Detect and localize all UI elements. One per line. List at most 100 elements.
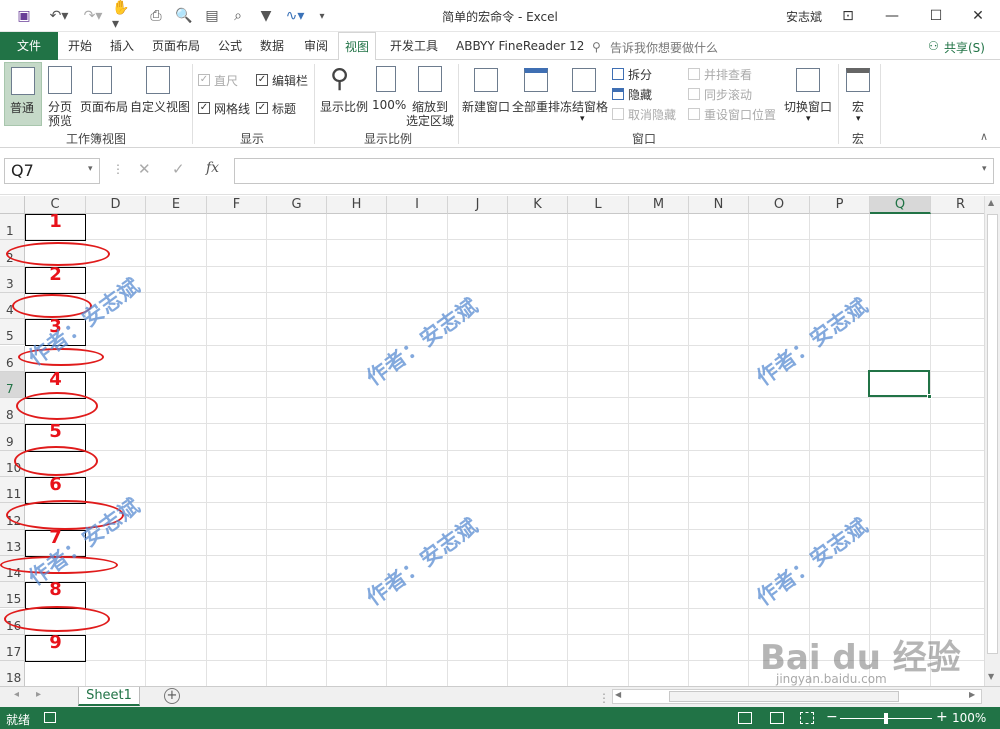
scroll-thumb[interactable] — [987, 214, 998, 654]
zoom-out-icon[interactable]: − — [826, 709, 838, 725]
column-header-j[interactable]: J — [448, 196, 508, 214]
tab-page-layout[interactable]: 页面布局 — [146, 32, 206, 60]
tab-home[interactable]: 开始 — [62, 32, 98, 60]
close-icon[interactable]: ✕ — [956, 0, 1000, 32]
find-icon[interactable]: ⌕ — [228, 6, 248, 26]
cell-c-value[interactable]: 2 — [25, 264, 86, 285]
worksheet-grid[interactable]: CDEFGHIJKLMNOPQR 1 2 3 4 5 6 7 8 9 10 11 12 13 14 15 16… — [0, 196, 984, 686]
formula-input[interactable] — [234, 158, 994, 184]
horizontal-scroll-thumb[interactable] — [669, 691, 899, 702]
cell-c-value[interactable]: 1 — [25, 211, 86, 232]
zoom-slider-thumb[interactable] — [884, 713, 888, 724]
custom-views-button[interactable]: 自定义视图 — [130, 62, 190, 126]
tab-data[interactable]: 数据 — [254, 32, 290, 60]
ruler-checkbox[interactable]: ✓ — [198, 74, 210, 86]
next-sheet-icon[interactable]: ▸ — [36, 689, 41, 700]
scroll-left-icon[interactable]: ◀ — [615, 690, 621, 699]
normal-view-status-icon[interactable] — [738, 712, 752, 724]
user-name[interactable]: 安志斌 — [786, 8, 822, 25]
prev-sheet-icon[interactable]: ◂ — [14, 689, 19, 700]
column-header-e[interactable]: E — [146, 196, 207, 214]
customize-quick-access-icon[interactable]: ▾ — [316, 6, 328, 26]
name-box-dropdown-icon[interactable]: ▾ — [88, 164, 93, 174]
cancel-icon[interactable]: ✕ — [138, 160, 151, 178]
scroll-right-icon[interactable]: ▶ — [969, 690, 975, 699]
macro-record-icon[interactable] — [44, 712, 56, 723]
cell-c-value[interactable]: 9 — [25, 632, 86, 653]
active-cell-q7[interactable] — [868, 370, 932, 399]
row-header-17[interactable]: 17 — [0, 634, 25, 662]
collapse-ribbon-icon[interactable]: ∧ — [980, 130, 988, 143]
gridlines-checkbox[interactable]: ✓ — [198, 102, 210, 114]
zoom-100-button[interactable]: 100% — [370, 62, 406, 126]
column-header-r[interactable]: R — [931, 196, 984, 214]
column-header-f[interactable]: F — [207, 196, 267, 214]
column-header-l[interactable]: L — [568, 196, 629, 214]
redo-icon[interactable]: ↷▾ — [80, 6, 106, 26]
save-icon[interactable]: ▣ — [14, 6, 34, 26]
tell-me-input[interactable]: 告诉我你想要做什么 — [610, 39, 718, 56]
zoom-button[interactable]: ⚲ 显示比例 — [318, 62, 368, 126]
row-header-13[interactable]: 13 — [0, 529, 25, 556]
row-header-18[interactable]: 18 — [0, 661, 25, 686]
column-header-d[interactable]: D — [86, 196, 146, 214]
column-header-h[interactable]: H — [327, 196, 387, 214]
sheet-tab-sheet1[interactable]: Sheet1 — [78, 687, 140, 706]
headings-checkbox[interactable]: ✓ — [256, 102, 268, 114]
tab-view[interactable]: 视图 — [338, 32, 377, 61]
hide-button[interactable]: 隐藏 — [628, 86, 652, 103]
page-layout-button[interactable]: 页面布局 — [80, 62, 128, 126]
scroll-up-icon[interactable]: ▲ — [988, 198, 994, 207]
insert-function-icon[interactable]: fx — [206, 160, 219, 176]
column-header-k[interactable]: K — [508, 196, 568, 214]
page-break-preview-button[interactable]: 分页 预览 — [46, 62, 76, 128]
page-break-status-icon[interactable] — [800, 712, 814, 724]
ribbon-display-options-icon[interactable]: ⊡ — [826, 0, 870, 32]
tab-file[interactable]: 文件 — [0, 32, 58, 60]
formula-bar-checkbox[interactable]: ✓ — [256, 74, 268, 86]
tab-developer[interactable]: 开发工具 — [384, 32, 444, 60]
undo-icon[interactable]: ↶▾ — [46, 6, 72, 26]
touch-mode-icon[interactable]: ✋▾ — [112, 0, 136, 32]
split-button[interactable]: 拆分 — [628, 66, 652, 83]
zoom-level[interactable]: 100% — [952, 711, 986, 725]
enter-icon[interactable]: ✓ — [172, 160, 185, 178]
row-header-11[interactable]: 11 — [0, 477, 25, 504]
row-header-7[interactable]: 7 — [0, 371, 25, 399]
new-window-button[interactable]: 新建窗口 — [462, 62, 510, 126]
tab-abbyy[interactable]: ABBYY FineReader 12 — [450, 32, 590, 60]
column-header-q[interactable]: Q — [870, 196, 931, 214]
scroll-down-icon[interactable]: ▼ — [988, 672, 994, 681]
row-header-1[interactable]: 1 — [0, 214, 25, 241]
freeze-panes-button[interactable]: 冻结窗格 ▾ — [560, 62, 608, 126]
normal-view-button[interactable]: 普通 — [4, 62, 42, 126]
tab-split-icon[interactable]: ⋮ — [598, 691, 610, 705]
share-button[interactable]: 共享(S) — [944, 39, 985, 56]
view-side-by-side-button[interactable]: 并排查看 — [704, 66, 752, 83]
select-all-corner[interactable] — [0, 196, 25, 214]
print-preview-icon[interactable]: 🔍 — [174, 6, 194, 26]
horizontal-scrollbar[interactable]: ◀ ▶ — [612, 689, 982, 704]
column-header-m[interactable]: M — [629, 196, 689, 214]
name-box[interactable]: Q7 — [4, 158, 100, 184]
column-header-o[interactable]: O — [749, 196, 810, 214]
column-header-i[interactable]: I — [387, 196, 448, 214]
cell-c-value[interactable]: 6 — [25, 474, 86, 495]
add-sheet-icon[interactable]: + — [164, 688, 180, 704]
chart-icon[interactable]: ∿▾ — [282, 6, 308, 26]
row-header-9[interactable]: 9 — [0, 424, 25, 451]
minimize-icon[interactable]: — — [870, 0, 914, 32]
cell-c-value[interactable]: 5 — [25, 421, 86, 442]
unhide-button[interactable]: 取消隐藏 — [628, 106, 676, 123]
print-icon[interactable]: ⎙ — [146, 6, 166, 26]
row-header-15[interactable]: 15 — [0, 582, 25, 609]
sync-scroll-button[interactable]: 同步滚动 — [704, 86, 752, 103]
maximize-icon[interactable]: ☐ — [914, 0, 958, 32]
tab-insert[interactable]: 插入 — [104, 32, 140, 60]
switch-windows-button[interactable]: 切换窗口 ▾ — [782, 62, 834, 126]
zoom-in-icon[interactable]: + — [936, 709, 948, 725]
filter-icon[interactable]: ▼ — [256, 6, 276, 26]
expand-formula-icon[interactable]: ▾ — [982, 164, 987, 174]
page-layout-status-icon[interactable] — [770, 712, 784, 724]
tab-review[interactable]: 审阅 — [298, 32, 334, 60]
